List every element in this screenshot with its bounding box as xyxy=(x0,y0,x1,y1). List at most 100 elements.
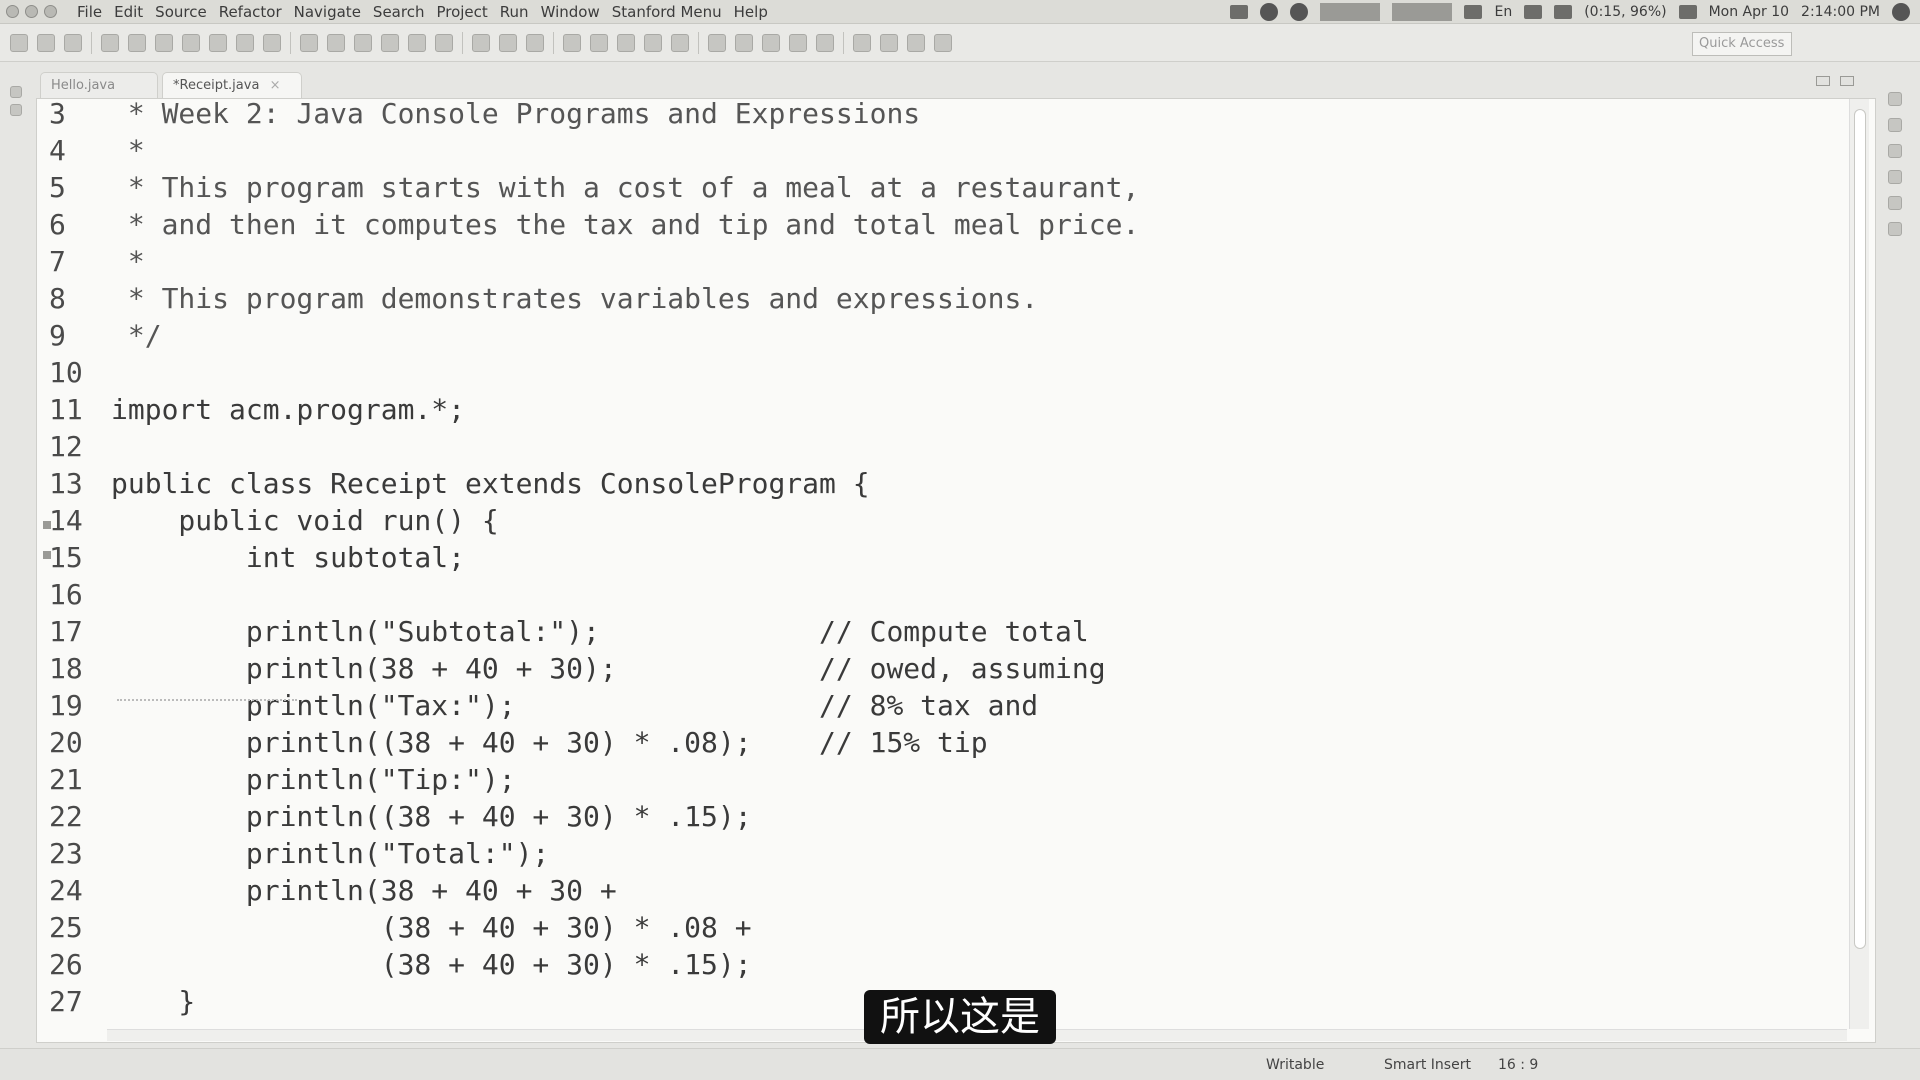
code-line[interactable]: 23 println("Total:"); xyxy=(37,839,1817,869)
format-icon[interactable] xyxy=(327,33,345,52)
code-line[interactable]: 21 println("Tip:"); xyxy=(37,765,1817,795)
open-folder-icon[interactable] xyxy=(101,33,119,52)
code-line[interactable]: 15 int subtotal; xyxy=(37,543,1817,573)
pen-icon[interactable] xyxy=(671,33,689,52)
save-all-icon[interactable] xyxy=(64,33,82,52)
code-line[interactable]: 20 println((38 + 40 + 30) * .08); // 15%… xyxy=(37,728,1817,758)
task-list-icon[interactable] xyxy=(1888,118,1902,132)
menu-edit[interactable]: Edit xyxy=(114,3,143,21)
new-class-icon[interactable] xyxy=(590,33,608,52)
menu-run[interactable]: Run xyxy=(500,3,529,21)
declaration-icon[interactable] xyxy=(1888,222,1902,236)
minimize-window-icon[interactable] xyxy=(25,5,38,18)
new-file-icon[interactable] xyxy=(10,33,28,52)
code-line[interactable]: 5 * This program starts with a cost of a… xyxy=(37,173,1817,203)
search-icon[interactable] xyxy=(381,33,399,52)
cpu-monitor-icon[interactable] xyxy=(1320,3,1381,21)
code-line[interactable]: 14 public void run() { xyxy=(37,506,1817,536)
print-icon[interactable] xyxy=(128,33,146,52)
code-line[interactable]: 8 * This program demonstrates variables … xyxy=(37,284,1817,314)
battery-icon[interactable] xyxy=(1554,5,1573,19)
whitespace-icon[interactable] xyxy=(762,33,780,52)
refactor-icon[interactable] xyxy=(354,33,372,52)
debug-icon[interactable] xyxy=(472,33,490,52)
karel-run-icon[interactable] xyxy=(182,33,200,52)
run-icon[interactable] xyxy=(499,33,517,52)
code-line[interactable]: 9 */ xyxy=(37,321,1817,351)
next-annotation-icon[interactable] xyxy=(853,33,871,52)
volume-icon[interactable] xyxy=(1678,5,1697,19)
save-icon[interactable] xyxy=(37,33,55,52)
wifi-icon[interactable] xyxy=(1464,5,1483,19)
menu-stanford[interactable]: Stanford Menu xyxy=(612,3,722,21)
show-whitespace-icon[interactable] xyxy=(816,33,834,52)
keyboard-language[interactable]: En xyxy=(1494,4,1512,20)
vertical-scrollbar-thumb[interactable] xyxy=(1854,109,1866,949)
external-tools-icon[interactable] xyxy=(526,33,544,52)
code-line[interactable]: 4 * xyxy=(37,136,1817,166)
code-line[interactable]: 6 * and then it computes the tax and tip… xyxy=(37,210,1817,240)
settings-gear-icon[interactable] xyxy=(1892,3,1910,21)
annotation-icon[interactable] xyxy=(735,33,753,52)
mail-icon[interactable] xyxy=(1524,5,1543,19)
javadoc-icon[interactable] xyxy=(1888,196,1902,210)
menu-refactor[interactable]: Refactor xyxy=(219,3,282,21)
previous-annotation-icon[interactable] xyxy=(880,33,898,52)
cursor-icon[interactable] xyxy=(300,33,318,52)
minimize-view-icon[interactable] xyxy=(1816,76,1830,86)
toggle-mark-icon[interactable] xyxy=(708,33,726,52)
close-window-icon[interactable] xyxy=(6,5,19,18)
outline-icon[interactable] xyxy=(1888,144,1902,158)
menu-source[interactable]: Source xyxy=(155,3,207,21)
status-insert-mode[interactable]: Smart Insert xyxy=(1384,1057,1471,1073)
camera-icon[interactable] xyxy=(1230,5,1249,19)
maximize-window-icon[interactable] xyxy=(44,5,57,18)
code-editor[interactable]: 3 * Week 2: Java Console Programs and Ex… xyxy=(36,98,1876,1043)
package-explorer-icon[interactable] xyxy=(10,104,22,116)
code-line[interactable]: 7 * xyxy=(37,247,1817,277)
code-line[interactable]: 25 (38 + 40 + 30) * .08 + xyxy=(37,913,1817,943)
open-type-icon[interactable] xyxy=(617,33,635,52)
menu-navigate[interactable]: Navigate xyxy=(294,3,361,21)
problems-icon[interactable] xyxy=(1888,170,1902,184)
menu-file[interactable]: File xyxy=(77,3,102,21)
open-task-icon[interactable] xyxy=(644,33,662,52)
block-selection-icon[interactable] xyxy=(789,33,807,52)
menu-project[interactable]: Project xyxy=(436,3,487,21)
code-line[interactable]: 11 import acm.program.*; xyxy=(37,395,1817,425)
back-icon[interactable] xyxy=(907,33,925,52)
forward-icon[interactable] xyxy=(934,33,952,52)
menu-help[interactable]: Help xyxy=(734,3,768,21)
karel-step-icon[interactable] xyxy=(209,33,227,52)
code-line[interactable]: 22 println((38 + 40 + 30) * .15); xyxy=(37,802,1817,832)
code-line[interactable]: 10 xyxy=(37,358,1817,388)
code-line[interactable]: 26 (38 + 40 + 30) * .15); xyxy=(37,950,1817,980)
code-line[interactable]: 19 println("Tax:"); // 8% tax and xyxy=(37,691,1817,721)
close-tab-icon[interactable]: × xyxy=(270,78,281,93)
no-entry-icon[interactable] xyxy=(1290,3,1309,21)
code-line[interactable]: 13 public class Receipt extends ConsolePr… xyxy=(37,469,1817,499)
tab-hello-java[interactable]: Hello.java xyxy=(40,72,158,98)
history-icon[interactable] xyxy=(408,33,426,52)
code-line[interactable]: 12 xyxy=(37,432,1817,462)
maximize-view-icon[interactable] xyxy=(1840,76,1854,86)
code-line[interactable]: 3 * Week 2: Java Console Programs and Ex… xyxy=(37,99,1817,129)
code-line[interactable]: 16 xyxy=(37,580,1817,610)
compare-icon[interactable] xyxy=(435,33,453,52)
new-package-icon[interactable] xyxy=(563,33,581,52)
code-line[interactable]: 17 println("Subtotal:"); // Compute tota… xyxy=(37,617,1817,647)
restore-icon[interactable] xyxy=(1888,92,1902,106)
vertical-scrollbar[interactable] xyxy=(1849,99,1869,1029)
terminal-icon[interactable] xyxy=(155,33,173,52)
date-label[interactable]: Mon Apr 10 xyxy=(1709,4,1789,20)
memory-monitor-icon[interactable] xyxy=(1392,3,1453,21)
tab-receipt-java[interactable]: *Receipt.java × xyxy=(162,72,302,98)
karel-walk-icon[interactable] xyxy=(236,33,254,52)
record-icon[interactable] xyxy=(1260,3,1279,21)
time-label[interactable]: 2:14:00 PM xyxy=(1801,4,1880,20)
menu-window[interactable]: Window xyxy=(541,3,600,21)
menu-search[interactable]: Search xyxy=(373,3,425,21)
quick-access-input[interactable]: Quick Access xyxy=(1692,32,1792,56)
code-line[interactable]: 18 println(38 + 40 + 30); // owed, assum… xyxy=(37,654,1817,684)
code-line[interactable]: 24 println(38 + 40 + 30 + xyxy=(37,876,1817,906)
